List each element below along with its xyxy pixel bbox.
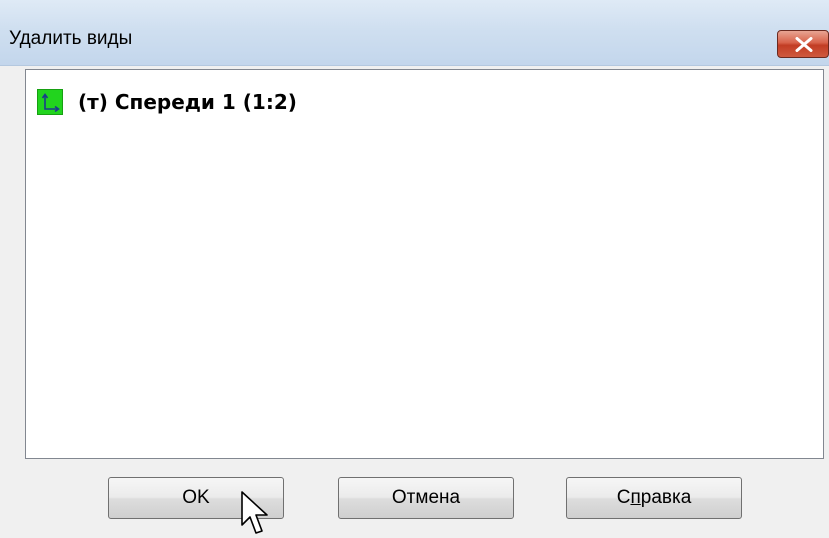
help-button-label: Справка <box>616 487 692 508</box>
title-bar[interactable]: Удалить виды <box>0 0 829 66</box>
ok-button[interactable]: OK <box>108 477 284 519</box>
delete-views-dialog: Удалить виды (т) Спереди 1 (1:2) OK Отме… <box>0 0 829 538</box>
view-item-label: (т) Спереди 1 (1:2) <box>78 90 297 114</box>
cancel-button-label: Отмена <box>391 487 461 508</box>
list-item[interactable]: (т) Спереди 1 (1:2) <box>37 87 297 117</box>
ok-button-label: OK <box>182 487 210 508</box>
views-list[interactable]: (т) Спереди 1 (1:2) <box>25 69 824 459</box>
drawing-view-icon <box>37 89 63 115</box>
dialog-client-area: (т) Спереди 1 (1:2) OK Отмена Справка <box>10 66 829 538</box>
help-button[interactable]: Справка <box>566 477 742 519</box>
cancel-button[interactable]: Отмена <box>338 477 514 519</box>
window-title: Удалить виды <box>9 28 133 49</box>
close-button[interactable] <box>777 30 829 58</box>
close-x-icon <box>795 37 813 52</box>
